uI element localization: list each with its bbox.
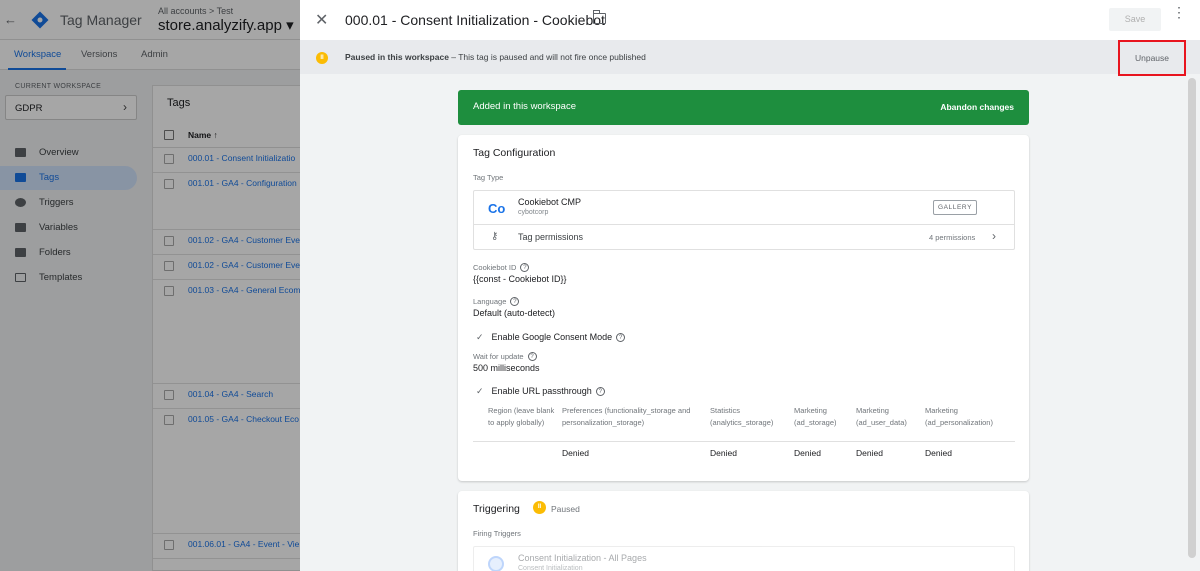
divider bbox=[473, 441, 1015, 442]
abandon-changes-button[interactable]: Abandon changes bbox=[940, 102, 1014, 112]
close-icon[interactable]: ✕ bbox=[315, 10, 328, 30]
firing-trigger-item[interactable]: Consent Initialization - All Pages Conse… bbox=[473, 546, 1015, 571]
table-cell: Denied bbox=[856, 448, 883, 458]
help-icon[interactable]: ? bbox=[616, 333, 626, 342]
column-header: Region (leave blank to apply globally) bbox=[488, 406, 555, 427]
table-cell: Denied bbox=[925, 448, 952, 458]
cookiebot-id-label: Cookiebot ID? bbox=[473, 263, 530, 272]
table-cell: Denied bbox=[710, 448, 737, 458]
tag-permissions-label[interactable]: Tag permissions bbox=[518, 232, 583, 242]
key-icon: ⚷ bbox=[491, 231, 499, 242]
cookiebot-logo-icon: Co bbox=[488, 201, 506, 216]
unpause-button[interactable]: Unpause bbox=[1118, 40, 1186, 76]
trigger-icon bbox=[488, 556, 504, 571]
help-icon[interactable]: ? bbox=[527, 352, 537, 361]
trigger-type: Consent Initialization bbox=[518, 565, 583, 571]
save-button[interactable]: Save bbox=[1109, 8, 1161, 31]
sheet-header: ✕ 000.01 - Consent Initialization - Cook… bbox=[300, 0, 1200, 40]
pause-icon: II bbox=[316, 52, 328, 64]
wait-for-update-value: 500 milliseconds bbox=[473, 363, 540, 373]
status-text: Added in this workspace bbox=[473, 101, 576, 112]
help-icon[interactable]: ? bbox=[520, 263, 530, 272]
modal-scrim[interactable] bbox=[0, 0, 300, 571]
tag-configuration-card[interactable]: Tag Configuration Tag Type Co Cookiebot … bbox=[458, 135, 1029, 481]
table-cell: Denied bbox=[794, 448, 821, 458]
language-value: Default (auto-detect) bbox=[473, 308, 556, 318]
firing-triggers-label: Firing Triggers bbox=[473, 529, 521, 538]
tag-type-name: Cookiebot CMP bbox=[518, 197, 582, 207]
gallery-badge[interactable]: GALLERY bbox=[933, 200, 977, 215]
permissions-count: 4 permissions bbox=[929, 233, 976, 242]
folder-icon[interactable] bbox=[593, 10, 606, 24]
paused-status: Paused bbox=[551, 504, 580, 514]
tag-type-vendor: cybotcorp bbox=[518, 209, 549, 216]
cookiebot-id-value: {{const - Cookiebot ID}} bbox=[473, 274, 567, 284]
column-header: Statistics (analytics_storage) bbox=[710, 406, 774, 427]
check-icon: ✓ bbox=[476, 332, 484, 342]
column-header: Marketing (ad_storage) bbox=[794, 406, 837, 427]
language-label: Language? bbox=[473, 297, 520, 306]
trigger-name: Consent Initialization - All Pages bbox=[518, 553, 647, 563]
workspace-status-bar: Added in this workspace Abandon changes bbox=[458, 90, 1029, 125]
paused-message: Paused in this workspace – This tag is p… bbox=[345, 52, 646, 62]
table-cell: Denied bbox=[562, 448, 589, 458]
url-passthrough-option: ✓ Enable URL passthrough? bbox=[476, 386, 605, 397]
more-options-icon[interactable]: ⋮ bbox=[1172, 5, 1186, 19]
tag-type-box[interactable]: Co Cookiebot CMP cybotcorp GALLERY ⚷ Tag… bbox=[473, 190, 1015, 250]
tag-name-title[interactable]: 000.01 - Consent Initialization - Cookie… bbox=[345, 12, 605, 28]
pause-icon: II bbox=[533, 501, 546, 514]
tag-type-label: Tag Type bbox=[473, 173, 504, 182]
tag-editor-sheet: ✕ 000.01 - Consent Initialization - Cook… bbox=[300, 0, 1200, 571]
chevron-right-icon[interactable]: › bbox=[992, 229, 996, 243]
card-title: Triggering bbox=[473, 503, 520, 515]
column-header: Preferences (functionality_storage and pe… bbox=[562, 406, 691, 427]
column-header: Marketing (ad_user_data) bbox=[856, 406, 907, 427]
card-title: Tag Configuration bbox=[473, 147, 556, 159]
scrollbar[interactable] bbox=[1188, 78, 1196, 558]
triggering-card[interactable]: Triggering II Paused Firing Triggers Con… bbox=[458, 491, 1029, 571]
help-icon[interactable]: ? bbox=[510, 297, 520, 306]
tag-type-row[interactable]: Co Cookiebot CMP cybotcorp GALLERY bbox=[474, 191, 1014, 225]
column-header: Marketing (ad_personalization) bbox=[925, 406, 993, 427]
wait-for-update-label: Wait for update? bbox=[473, 352, 537, 361]
consent-mode-option: ✓ Enable Google Consent Mode? bbox=[476, 332, 626, 343]
paused-banner: II Paused in this workspace – This tag i… bbox=[300, 40, 1200, 74]
help-icon[interactable]: ? bbox=[595, 387, 605, 396]
check-icon: ✓ bbox=[476, 386, 484, 396]
